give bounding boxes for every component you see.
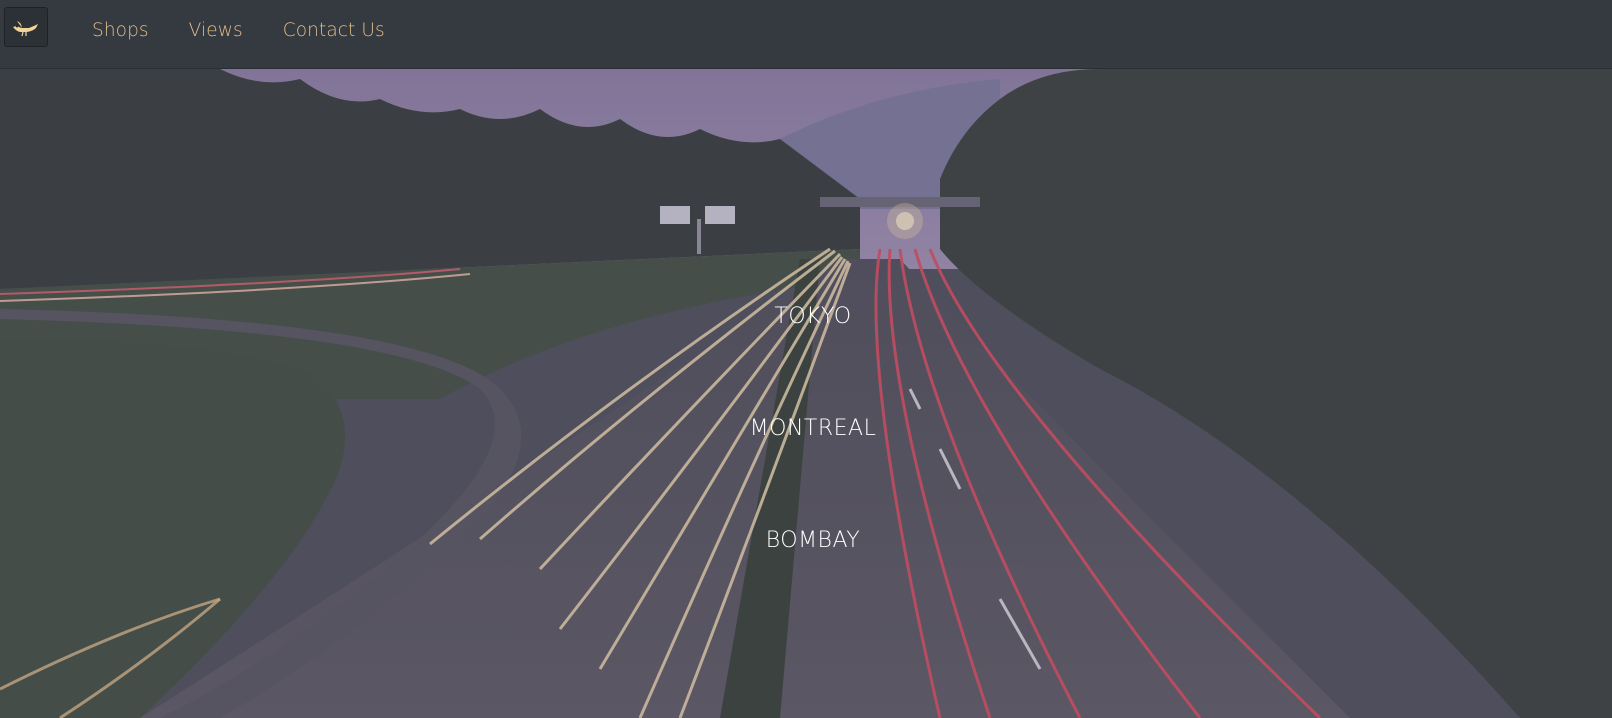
bird-icon [13,21,38,37]
brand-logo-button[interactable] [4,7,48,47]
nav-link-contact-us[interactable]: Contact Us [283,20,385,41]
top-navbar: Shops Views Contact Us [0,0,1612,69]
nav-menu: Shops Views Contact Us [92,0,425,60]
nav-link-shops[interactable]: Shops [92,20,149,41]
city-link-bombay[interactable]: BOMBAY [0,528,1612,553]
city-link-tokyo[interactable]: TOKYO [0,304,1612,329]
nav-link-views[interactable]: Views [189,20,243,41]
hero-tint-overlay [0,69,1612,718]
city-link-montreal[interactable]: MONTREAL [0,416,1612,441]
hero-section: TOKYO MONTREAL BOMBAY [0,69,1612,718]
